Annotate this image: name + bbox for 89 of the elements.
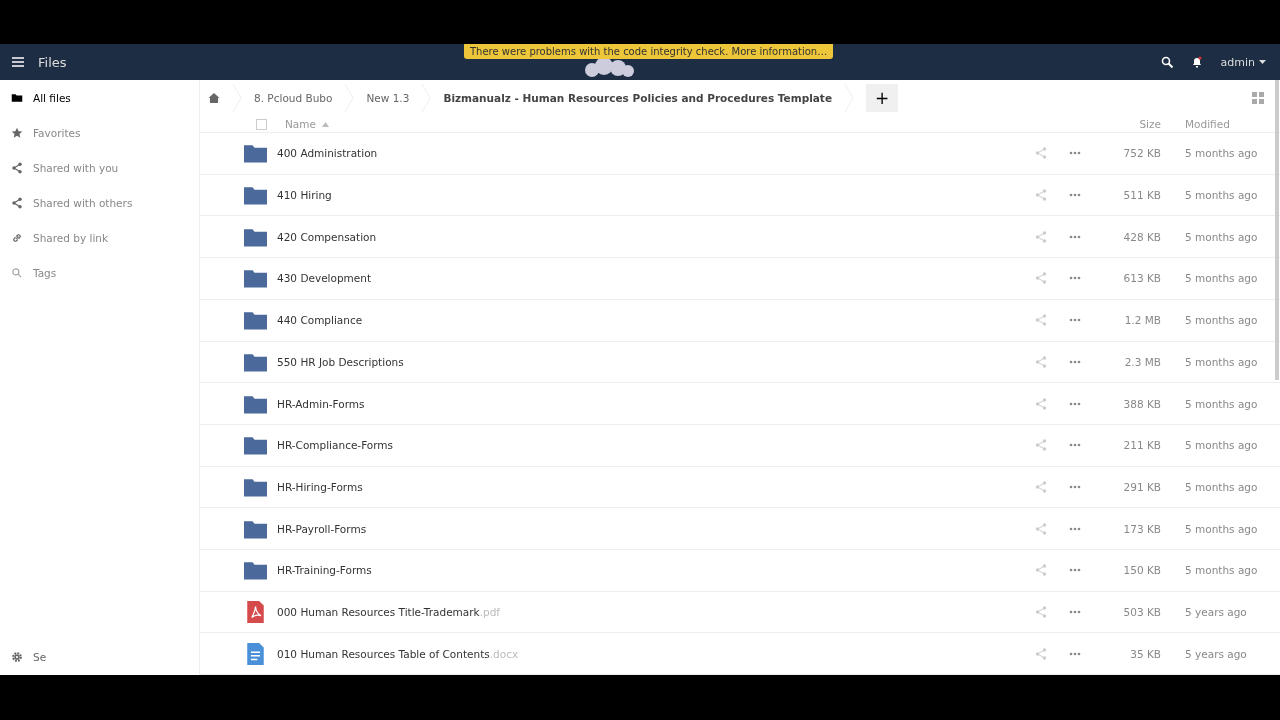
more-icon[interactable] (1069, 484, 1081, 489)
file-size: 1.2 MB (1123, 314, 1161, 327)
app-title: Files (38, 54, 67, 70)
modified-date: 5 months ago (1184, 147, 1259, 160)
search-icon[interactable] (1160, 56, 1173, 68)
select-all-checkbox[interactable] (256, 118, 267, 130)
file-size: 291 KB (1122, 480, 1161, 493)
sidebar-item[interactable]: All files (0, 80, 199, 115)
modified-date: 5 months ago (1184, 480, 1259, 493)
grid-view-icon[interactable] (1252, 92, 1264, 104)
file-size: 752 KB (1122, 147, 1161, 160)
modified-date: 5 years ago (1184, 647, 1248, 660)
file-name[interactable]: HR-Compliance-Forms (277, 439, 1035, 452)
folder-icon (244, 184, 267, 207)
modified-date: 5 months ago (1184, 439, 1259, 452)
modified-date: 5 months ago (1184, 314, 1259, 327)
gear-icon (11, 651, 23, 663)
more-icon[interactable] (1069, 193, 1081, 198)
file-name[interactable]: HR-Hiring-Forms (277, 480, 1035, 493)
more-icon[interactable] (1069, 401, 1081, 406)
search-icon (11, 266, 23, 279)
modified-date: 5 years ago (1184, 605, 1248, 618)
breadcrumb[interactable]: Bizmanualz - Human Resources Policies and Procedures Template (443, 92, 832, 104)
file-name[interactable]: 440 Compliance (277, 314, 1035, 327)
file-name[interactable]: HR-Training-Forms (277, 564, 1035, 577)
file-name[interactable]: HR-Admin-Forms (277, 397, 1035, 410)
integrity-warning[interactable]: There were problems with the code integrity check. More information… (464, 44, 834, 59)
menu-icon[interactable] (12, 57, 24, 67)
file-name[interactable]: HR-Payroll-Forms (277, 522, 1035, 535)
sidebar-item[interactable]: Favorites (0, 115, 199, 150)
sidebar-item[interactable]: Shared with others (0, 185, 199, 220)
more-icon[interactable] (1069, 526, 1081, 531)
file-size: 388 KB (1122, 397, 1161, 410)
file-name[interactable]: 430 Development (277, 272, 1035, 285)
share-icon (11, 161, 23, 174)
more-icon[interactable] (1069, 359, 1081, 364)
more-icon[interactable] (1069, 443, 1081, 448)
sidebar-item[interactable]: Shared with you (0, 150, 199, 185)
file-size: 511 KB (1122, 189, 1161, 202)
link-icon (11, 231, 23, 244)
user-menu[interactable]: admin (1220, 55, 1266, 69)
modified-date: 5 months ago (1184, 230, 1259, 243)
folder-icon (244, 309, 267, 332)
bell-icon[interactable] (1190, 56, 1203, 68)
sidebar-item[interactable]: Tags (0, 255, 199, 290)
more-icon[interactable] (1069, 234, 1081, 239)
sidebar-item[interactable]: Shared by link (0, 220, 199, 255)
star-icon (11, 126, 23, 139)
share-icon (11, 196, 23, 209)
file-name[interactable]: 000 Human Resources Title-Trademark.pdf (277, 605, 1035, 618)
more-icon[interactable] (1069, 609, 1081, 614)
folder-icon (244, 267, 267, 290)
file-size: 2.3 MB (1123, 355, 1161, 368)
new-button[interactable]: + (866, 84, 898, 112)
file-size: 503 KB (1122, 605, 1161, 618)
file-name[interactable]: 550 HR Job Descriptions (277, 355, 1035, 368)
file-size: 173 KB (1122, 522, 1161, 535)
more-icon[interactable] (1069, 568, 1081, 573)
folder-icon (244, 559, 267, 582)
folder-icon (11, 91, 23, 104)
more-icon[interactable] (1069, 276, 1081, 281)
settings-button[interactable]: Se (0, 639, 199, 675)
modified-date: 5 months ago (1184, 189, 1259, 202)
file-name[interactable]: 410 Hiring (277, 189, 1035, 202)
modified-date: 5 months ago (1184, 522, 1259, 535)
file-name[interactable]: 010 Human Resources Table of Contents.docx (277, 647, 1035, 660)
sort-icon (322, 121, 329, 127)
file-size: 428 KB (1122, 230, 1161, 243)
breadcrumb[interactable]: New 1.3 (366, 92, 410, 104)
folder-icon (244, 434, 267, 457)
modified-date: 5 months ago (1184, 355, 1259, 368)
file-size: 35 KB (1129, 647, 1161, 660)
document-icon (244, 642, 267, 665)
file-size: 150 KB (1122, 564, 1161, 577)
breadcrumb[interactable]: 8. Pcloud Bubo (254, 92, 333, 104)
file-name[interactable]: 400 Administration (277, 147, 1035, 160)
folder-icon (244, 142, 267, 165)
modified-date: 5 months ago (1184, 564, 1259, 577)
modified-date: 5 months ago (1184, 272, 1259, 285)
home-icon[interactable] (208, 92, 220, 104)
file-size: 211 KB (1122, 439, 1161, 452)
modified-date: 5 months ago (1184, 397, 1259, 410)
caret-icon (1259, 60, 1266, 64)
file-size: 613 KB (1122, 272, 1161, 285)
pdf-icon (244, 600, 267, 623)
more-icon[interactable] (1069, 151, 1081, 156)
more-icon[interactable] (1069, 318, 1081, 323)
more-icon[interactable] (1069, 651, 1081, 656)
file-name[interactable]: 420 Compensation (277, 230, 1035, 243)
